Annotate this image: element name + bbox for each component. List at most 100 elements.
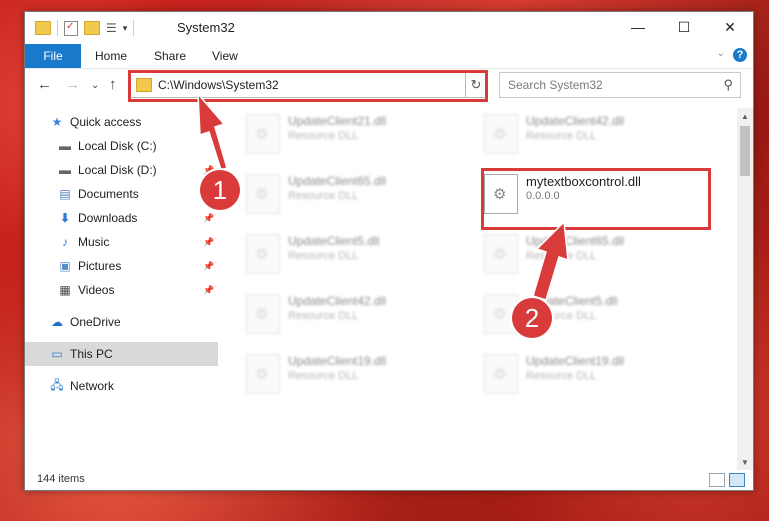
downloads-icon: ⬇ — [59, 211, 71, 225]
list-item[interactable]: UpdateClient65.dll Resource DLL — [246, 172, 476, 222]
minimize-button[interactable]: — — [615, 12, 661, 42]
sidebar-item-label: Downloads — [78, 211, 138, 225]
up-icon[interactable]: ↑ — [109, 76, 117, 93]
sidebar-item-label: Local Disk (D:) — [78, 163, 157, 177]
title-bar: ☰ ▾ System32 — ☐ ✕ — [25, 12, 753, 44]
file-name: UpdateClient21.dll — [288, 114, 387, 128]
sidebar-item-quick-access[interactable]: ★ Quick access — [25, 110, 218, 134]
quick-access-toolbar: ☰ ▾ — [35, 20, 135, 36]
sidebar-item-pictures[interactable]: ▣ Pictures 📌 — [25, 254, 218, 278]
scroll-down-icon[interactable]: ▼ — [737, 454, 753, 470]
file-name: UpdateClient42.dll — [288, 294, 387, 308]
network-icon: 🖧 — [50, 377, 64, 392]
sidebar-item-label: Network — [70, 379, 115, 393]
expand-ribbon-icon[interactable]: ⌄ — [717, 48, 725, 59]
sidebar-item-videos[interactable]: ▦ Videos 📌 — [25, 278, 218, 302]
step-1-badge: 1 — [200, 170, 240, 210]
tab-file[interactable]: File — [25, 44, 81, 68]
dll-file-icon — [246, 354, 280, 394]
list-item[interactable]: UpdateClient21.dll Resource DLL — [246, 112, 476, 162]
list-item[interactable]: UpdateClient19.dll Resource DLL — [484, 352, 714, 402]
close-button[interactable]: ✕ — [707, 12, 753, 42]
search-input[interactable]: Search System32 ⚲ — [499, 72, 741, 98]
file-type: Resource DLL — [288, 250, 359, 262]
sidebar-item-label: Music — [78, 235, 110, 249]
file-name: UpdateClient65.dll — [288, 174, 387, 188]
sidebar-item-label: Quick access — [70, 115, 142, 129]
recent-locations-icon[interactable]: ⌄ — [91, 80, 99, 91]
maximize-button[interactable]: ☐ — [661, 12, 707, 42]
sidebar-item-downloads[interactable]: ⬇ Downloads 📌 — [25, 206, 218, 230]
scroll-thumb[interactable] — [740, 126, 750, 176]
sidebar-item-this-pc[interactable]: ▭ This PC — [25, 342, 218, 366]
pin-icon[interactable]: 📌 — [203, 261, 214, 272]
help-icon[interactable]: ? — [733, 48, 747, 62]
sidebar-item-label: OneDrive — [70, 315, 121, 329]
documents-icon: ▤ — [59, 187, 71, 201]
search-placeholder: Search System32 — [508, 78, 603, 92]
chevron-down-icon[interactable]: ▾ — [123, 23, 128, 34]
file-highlight — [481, 168, 711, 230]
file-name: UpdateClient19.dll — [288, 354, 387, 368]
file-type: Resource DLL — [288, 370, 359, 382]
folder-icon[interactable] — [35, 21, 51, 35]
customize-icon[interactable]: ☰ — [106, 21, 117, 35]
dll-file-icon — [246, 294, 280, 334]
file-type: Resource DLL — [526, 250, 597, 262]
dll-file-icon — [484, 354, 518, 394]
drive-icon: ▬ — [59, 163, 71, 177]
pin-icon[interactable]: 📌 — [203, 213, 214, 224]
minimize-icon: — — [631, 19, 645, 35]
sidebar-item-local-disk-d[interactable]: ▬ Local Disk (D:) 📌 — [25, 158, 218, 182]
address-bar-highlight — [128, 70, 488, 102]
search-icon: ⚲ — [723, 77, 733, 92]
list-item[interactable]: UpdateClient19.dll Resource DLL — [246, 352, 476, 402]
pin-icon[interactable]: 📌 — [203, 285, 214, 296]
dll-file-icon — [246, 174, 280, 214]
drive-icon: ▬ — [59, 139, 71, 153]
tab-share[interactable]: Share — [154, 44, 186, 68]
forward-icon[interactable]: → — [65, 76, 80, 93]
dll-file-icon — [484, 234, 518, 274]
large-icons-view-icon[interactable] — [729, 473, 745, 487]
sidebar-item-onedrive[interactable]: ☁ OneDrive — [25, 310, 218, 334]
videos-icon: ▦ — [59, 283, 71, 297]
list-item[interactable]: UpdateClient65.dll Resource DLL — [484, 232, 714, 282]
tab-home[interactable]: Home — [95, 44, 127, 68]
sidebar-item-local-disk-c[interactable]: ▬ Local Disk (C:) — [25, 134, 218, 158]
new-folder-icon[interactable] — [84, 21, 100, 35]
sidebar-item-documents[interactable]: ▤ Documents 📌 — [25, 182, 218, 206]
close-icon: ✕ — [724, 18, 736, 35]
tab-view[interactable]: View — [212, 44, 238, 68]
sidebar-item-music[interactable]: ♪ Music 📌 — [25, 230, 218, 254]
back-icon[interactable]: ← — [37, 76, 52, 93]
properties-icon[interactable] — [64, 20, 78, 36]
file-name: UpdateClient42.dll — [526, 114, 625, 128]
file-type: Resource DLL — [288, 130, 359, 142]
sidebar-item-label: Documents — [78, 187, 139, 201]
step-2-badge: 2 — [512, 298, 552, 338]
file-name: UpdateClient19.dll — [526, 354, 625, 368]
file-type: Resource DLL — [288, 190, 359, 202]
window-title: System32 — [177, 20, 235, 35]
divider — [133, 20, 135, 36]
computer-icon: ▭ — [51, 347, 63, 361]
dll-file-icon — [484, 114, 518, 154]
cloud-icon: ☁ — [51, 315, 63, 329]
file-list: UpdateClient21.dll Resource DLL UpdateCl… — [220, 108, 734, 466]
pin-icon[interactable]: 📌 — [203, 237, 214, 248]
file-type: Resource DLL — [288, 310, 359, 322]
sidebar-item-label: Local Disk (C:) — [78, 139, 157, 153]
item-count: 144 items — [37, 473, 85, 485]
list-item[interactable]: UpdateClient42.dll Resource DLL — [246, 292, 476, 342]
status-bar: 144 items — [25, 470, 753, 490]
sidebar-item-network[interactable]: 🖧 Network — [25, 374, 218, 398]
vertical-scrollbar[interactable]: ▲ ▼ — [737, 108, 753, 470]
list-item[interactable]: UpdateClient42.dll Resource DLL — [484, 112, 714, 162]
list-item[interactable]: UpdateClient5.dll Resource DLL — [246, 232, 476, 282]
details-view-icon[interactable] — [709, 473, 725, 487]
scroll-up-icon[interactable]: ▲ — [737, 108, 753, 124]
divider — [57, 20, 58, 36]
sidebar-item-label: This PC — [70, 347, 113, 361]
file-name: UpdateClient5.dll — [288, 234, 380, 248]
